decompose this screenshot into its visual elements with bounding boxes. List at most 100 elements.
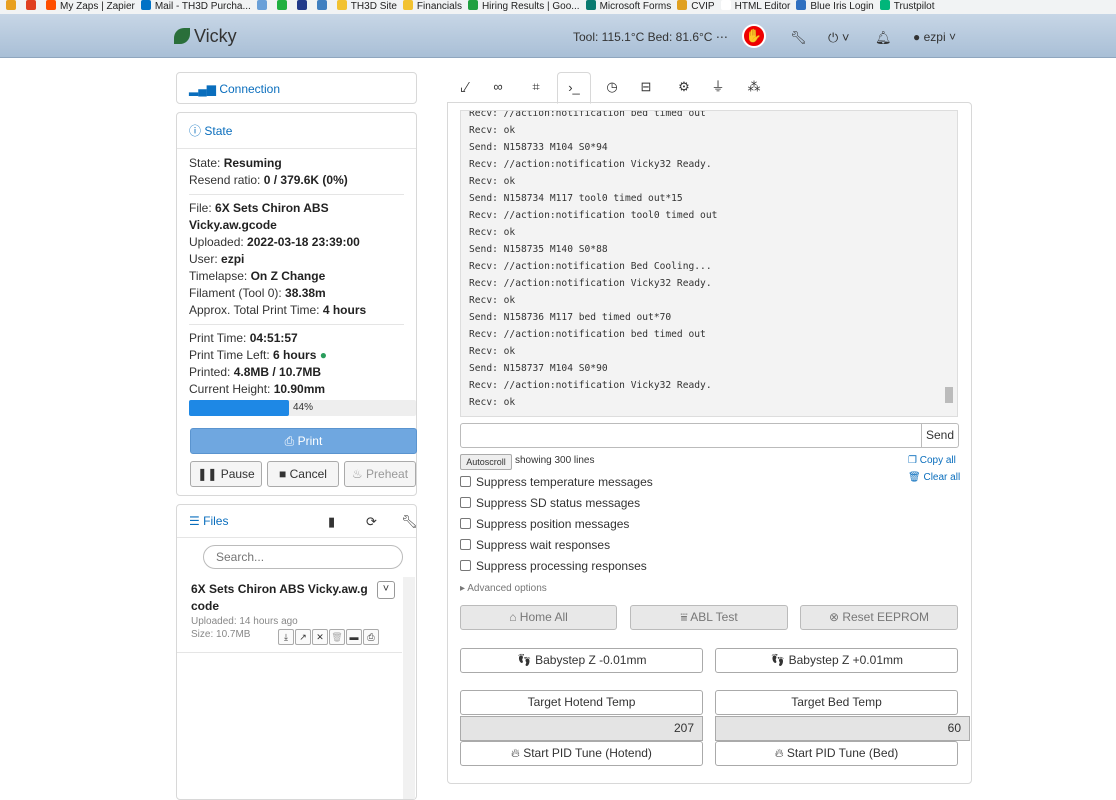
progress-fill <box>189 400 289 416</box>
babystep-minus-button[interactable]: 👣︎ Babystep Z -0.01mm <box>460 648 703 673</box>
babystep-plus-button[interactable]: 👣︎ Babystep Z +0.01mm <box>715 648 958 673</box>
list-icon: ☰ <box>189 514 200 528</box>
target-bed-button[interactable]: Target Bed Temp <box>715 690 958 715</box>
bookmark-item[interactable]: Trustpilot <box>879 0 935 14</box>
terminal-line: Recv: //action:notification bed timed ou… <box>469 110 706 119</box>
suppress-position-checkbox[interactable]: Suppress position messages <box>460 517 629 531</box>
send-button[interactable]: Send <box>921 423 959 448</box>
estimate-dot-icon[interactable]: ● <box>320 348 327 362</box>
bookmark-label: Mail - TH3D Purcha... <box>154 1 251 12</box>
remove-icon[interactable]: ✕ <box>312 629 328 645</box>
bed-temp-input[interactable]: 60 <box>715 716 970 741</box>
files-scrollbar[interactable] <box>403 577 415 799</box>
bookmark-item[interactable] <box>6 0 20 14</box>
terminal-line: Recv: //action:notification Vicky32 Read… <box>469 159 712 170</box>
home-icon: ⌂ <box>509 610 517 624</box>
terminal-line: Send: N158735 M140 S0*88 <box>469 244 608 255</box>
terminal-scrollbar[interactable] <box>941 111 957 416</box>
terminal-line: Recv: //action:notification bed timed ou… <box>469 329 706 340</box>
bookmark-item[interactable] <box>276 0 291 14</box>
bookmark-icon <box>316 0 327 10</box>
connection-header[interactable]: ▂▄▆ Connection <box>177 73 416 105</box>
bookmark-icon <box>720 0 731 10</box>
reset-eeprom-button[interactable]: ⊗ Reset EEPROM <box>800 605 958 630</box>
tab-power[interactable]: ⏚ <box>701 72 735 104</box>
target-hotend-button[interactable]: Target Hotend Temp <box>460 690 703 715</box>
user-menu[interactable]: ● ezpi ˅ <box>913 30 956 44</box>
load-icon[interactable]: ↗ <box>295 629 311 645</box>
state-header[interactable]: ⓘ State <box>177 113 416 149</box>
copy-all-link[interactable]: ❐ Copy all <box>908 455 956 466</box>
bookmark-icon <box>402 0 413 10</box>
cancel-button[interactable]: ■ Cancel <box>267 461 339 487</box>
tab-timelapse[interactable]: ◷ <box>595 72 629 104</box>
print-button[interactable]: ⎙ Print <box>190 428 417 454</box>
bookmark-item[interactable]: Microsoft Forms <box>585 0 671 14</box>
bookmark-item[interactable] <box>296 0 311 14</box>
bookmark-item[interactable] <box>26 0 40 14</box>
abl-test-button[interactable]: ⩸ ABL Test <box>630 605 788 630</box>
suppress-wait-checkbox[interactable]: Suppress wait responses <box>460 538 610 552</box>
bookmark-item[interactable]: CVIP <box>677 0 715 14</box>
state-line: State: Resuming <box>189 156 282 170</box>
chevron-down-icon[interactable]: ˅ <box>377 581 395 599</box>
refresh-icon[interactable]: ⟳ <box>366 514 377 530</box>
bookmark-icon <box>336 0 347 10</box>
command-input[interactable] <box>460 423 922 448</box>
advanced-options-link[interactable]: ▸ Advanced options <box>460 583 547 594</box>
tab-temperature[interactable]: ⌞⁄ <box>447 72 481 104</box>
user-icon: ● <box>913 30 921 44</box>
bookmark-item[interactable]: Hiring Results | Goo... <box>467 0 580 14</box>
bookmark-item[interactable]: My Zaps | Zapier <box>46 0 135 14</box>
pause-button[interactable]: ❚❚ Pause <box>190 461 262 487</box>
tab-control[interactable]: ∞ <box>481 72 515 104</box>
terminal-output[interactable]: Recv: //action:notification bed timed ou… <box>460 110 958 417</box>
file-search-input[interactable] <box>203 545 403 569</box>
clear-all-link[interactable]: 🗑︎ Clear all <box>908 472 960 483</box>
pid-tune-bed-button[interactable]: 🔥︎ Start PID Tune (Bed) <box>715 741 958 766</box>
scrollbar-thumb[interactable] <box>945 387 953 403</box>
bookmark-item[interactable]: Financials <box>402 0 462 14</box>
power-icon[interactable]: ⏻ ˅ <box>828 30 850 46</box>
uploaded-line: Uploaded: 2022-03-18 23:39:00 <box>189 235 360 249</box>
home-all-button[interactable]: ⌂ Home All <box>460 605 617 630</box>
suppress-processing-checkbox[interactable]: Suppress processing responses <box>460 559 647 573</box>
tab-bed-level[interactable]: ⊟ <box>629 72 663 104</box>
tab-mesh[interactable]: ⁂ <box>737 72 771 104</box>
bookmark-item[interactable]: TH3D Site <box>336 0 397 14</box>
terminal-line: Recv: ok <box>469 227 516 238</box>
autoscroll-button[interactable]: Autoscroll <box>460 454 512 470</box>
file-list-item[interactable]: 6X Sets Chiron ABS Vicky.aw.gcode Upload… <box>177 577 402 653</box>
pid-tune-hotend-button[interactable]: 🔥︎ Start PID Tune (Hotend) <box>460 741 703 766</box>
suppress-temperature-checkbox[interactable]: Suppress temperature messages <box>460 475 653 489</box>
bookmark-item[interactable] <box>316 0 331 14</box>
files-header[interactable]: ☰ Files ▮ ⟳ 🔧︎ <box>177 505 418 538</box>
bookmark-item[interactable]: HTML Editor <box>720 0 791 14</box>
download-icon[interactable]: ⤓ <box>278 629 294 645</box>
copy-icon: ❐ <box>908 455 917 466</box>
bookmark-item[interactable]: Blue Iris Login <box>796 0 874 14</box>
bookmarks-bar: My Zaps | Zapier Mail - TH3D Purcha... TH3… <box>0 0 1116 14</box>
trash-icon[interactable]: 🗑︎ <box>329 629 345 645</box>
wrench-icon[interactable]: 🔧︎ <box>401 514 418 530</box>
bookmark-item[interactable]: Mail - TH3D Purcha... <box>140 0 251 14</box>
brand[interactable]: Vicky <box>174 26 237 47</box>
tab-plugins[interactable]: ⚙ <box>667 72 701 104</box>
emergency-stop-button[interactable]: ✋ <box>742 24 766 48</box>
wrench-icon[interactable]: 🔧︎ <box>790 30 807 46</box>
folder-icon[interactable]: ▬ <box>346 629 362 645</box>
tab-terminal[interactable]: ›_ <box>557 72 591 104</box>
suppress-sd-status-checkbox[interactable]: Suppress SD status messages <box>460 496 640 510</box>
bell-icon[interactable]: 🔔︎ <box>875 30 892 46</box>
tab-gcode-viewer[interactable]: ⌗ <box>519 72 553 104</box>
bookmark-item[interactable] <box>256 0 271 14</box>
preheat-button[interactable]: ♨ Preheat <box>344 461 416 487</box>
file-name[interactable]: 6X Sets Chiron ABS Vicky.aw.gcode <box>191 581 369 615</box>
temperature-readout[interactable]: Tool: 115.1°C Bed: 81.6°C ⋯ <box>573 30 728 44</box>
file-actions: ⤓ ↗ ✕ 🗑︎ ▬ ⎙ <box>278 629 380 645</box>
print-file-icon[interactable]: ⎙ <box>363 629 379 645</box>
hotend-temp-input[interactable]: 207 <box>460 716 703 741</box>
sd-card-icon[interactable]: ▮ <box>328 514 335 530</box>
terminal-line: Send: N158736 M117 bed timed out*70 <box>469 312 672 323</box>
bookmark-label: HTML Editor <box>734 1 791 12</box>
